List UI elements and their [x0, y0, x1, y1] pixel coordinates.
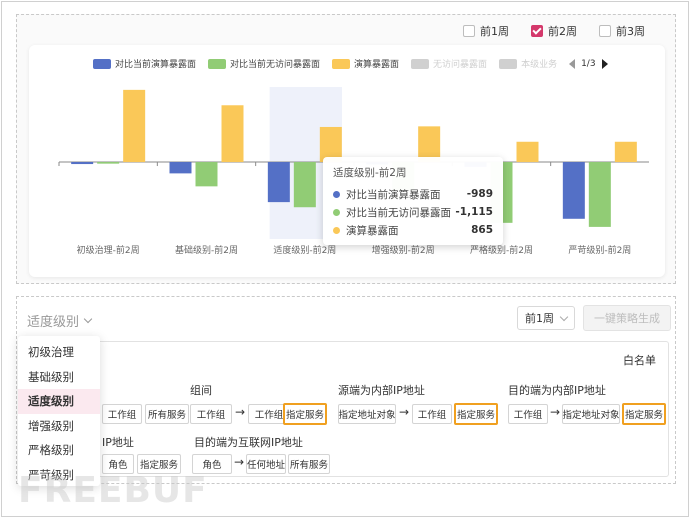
- chart-tooltip: 适度级别-前2周 对比当前演算暴露面 -989 对比当前无访问暴露面 -1,11…: [323, 157, 503, 245]
- arrow-right-icon: →: [235, 405, 246, 419]
- specified-service-chip: 指定服务: [622, 403, 666, 425]
- dropdown-item[interactable]: 基础级别: [18, 365, 100, 390]
- x-tick-label: 适度级别-前2周: [273, 244, 336, 256]
- chart-bar[interactable]: [97, 162, 120, 164]
- rule-title: 组间: [190, 384, 212, 397]
- dropdown-item-active[interactable]: 适度级别: [18, 389, 100, 414]
- arrow-right-icon: →: [234, 455, 245, 469]
- level-select[interactable]: 适度级别: [27, 311, 93, 330]
- tooltip-row: 演算暴露面 865: [333, 221, 493, 239]
- series-dot-icon: [333, 190, 340, 198]
- chart-bar[interactable]: [123, 89, 146, 163]
- chart-bar[interactable]: [293, 162, 316, 208]
- chart-panel: 前1周 前2周 前3周 对比当前演算暴露面 对比当前无访问暴露面 演算暴露面 无…: [16, 14, 676, 284]
- dropdown-item[interactable]: 初级治理: [18, 340, 100, 365]
- policy-panel: 适度级别 前1周 一键策略生成 白名单 工作组 所有服务 组间 工作组 → 工作…: [16, 296, 676, 484]
- workgroup-chip: 工作组: [412, 404, 452, 424]
- dropdown-item[interactable]: 严格级别: [18, 438, 100, 463]
- rule-title: 源端为内部IP地址: [338, 384, 425, 397]
- rule-title: 目的端为内部IP地址: [508, 384, 606, 397]
- watermark-logo: FREEBUF: [18, 470, 208, 511]
- week-select[interactable]: 前1周: [517, 306, 575, 330]
- level-dropdown: 初级治理 基础级别 适度级别 增强级别 严格级别 严苛级别: [18, 336, 100, 486]
- chart-bar[interactable]: [588, 162, 611, 227]
- week-toggles: 前1周 前2周 前3周: [463, 23, 645, 39]
- all-services-chip: 所有服务: [145, 404, 189, 424]
- chart-bar[interactable]: [221, 105, 244, 163]
- generate-policy-button[interactable]: 一键策略生成: [583, 305, 671, 331]
- workgroup-chip: 工作组: [102, 404, 142, 424]
- arrow-right-icon: →: [399, 405, 410, 419]
- level-select-value: 适度级别: [27, 315, 80, 330]
- series-dot-icon: [333, 208, 340, 216]
- whitelist-label: 白名单: [623, 354, 656, 367]
- dropdown-item[interactable]: 增强级别: [18, 414, 100, 439]
- tooltip-row: 对比当前无访问暴露面 -1,115: [333, 203, 493, 221]
- tooltip-title: 适度级别-前2周: [333, 167, 407, 179]
- chart-card: 对比当前演算暴露面 对比当前无访问暴露面 演算暴露面 无访问暴露面 本级业务 1…: [29, 45, 665, 277]
- tooltip-series-value: 865: [471, 224, 493, 236]
- tooltip-series-value: -989: [466, 188, 493, 200]
- week-toggle-label: 前1周: [480, 25, 509, 38]
- x-tick-label: 增强级别-前2周: [372, 244, 435, 256]
- week-toggle-label: 前2周: [548, 25, 577, 38]
- checkbox-checked-icon[interactable]: [531, 25, 543, 37]
- workgroup-chip: 工作组: [508, 404, 548, 424]
- rule-title: 目的端为互联网IP地址: [194, 436, 303, 449]
- arrow-right-icon: →: [550, 405, 561, 419]
- chart-bar[interactable]: [267, 162, 290, 203]
- tooltip-series-name: 对比当前无访问暴露面: [346, 206, 451, 219]
- x-tick-label: 基础级别-前2周: [175, 244, 238, 256]
- chevron-down-icon: [83, 314, 93, 324]
- week-select-value: 前1周: [525, 312, 554, 325]
- series-dot-icon: [333, 226, 340, 234]
- chart-bar[interactable]: [614, 141, 637, 163]
- checkbox-icon[interactable]: [463, 25, 475, 37]
- week-toggle-3[interactable]: 前3周: [599, 23, 645, 39]
- week-toggle-label: 前3周: [616, 25, 645, 38]
- workgroup-chip: 工作组: [190, 404, 232, 424]
- tooltip-series-value: -1,115: [455, 206, 493, 218]
- tooltip-row: 对比当前演算暴露面 -989: [333, 185, 493, 203]
- week-toggle-1[interactable]: 前1周: [463, 23, 509, 39]
- specified-addr-chip: 指定地址对象: [562, 404, 620, 424]
- x-tick-label: 严格级别-前2周: [470, 244, 533, 256]
- all-services-chip: 所有服务: [288, 454, 330, 474]
- x-tick-label: 初级治理-前2周: [77, 244, 140, 256]
- chart-bar[interactable]: [516, 141, 539, 163]
- chart-bar[interactable]: [71, 162, 94, 165]
- policy-rules-box: 白名单 工作组 所有服务 组间 工作组 → 工作组 指定服务 源端为内部IP地址…: [25, 341, 669, 477]
- checkbox-icon[interactable]: [599, 25, 611, 37]
- rule-title: IP地址: [102, 436, 134, 449]
- chart-bar[interactable]: [562, 162, 585, 219]
- week-toggle-2[interactable]: 前2周: [531, 23, 577, 39]
- tooltip-series-name: 对比当前演算暴露面: [346, 188, 441, 201]
- x-tick-label: 严苛级别-前2周: [568, 244, 631, 256]
- specified-addr-chip: 指定地址对象: [338, 404, 396, 424]
- specified-service-chip: 指定服务: [283, 403, 327, 425]
- specified-service-chip: 指定服务: [454, 403, 498, 425]
- chart-bar[interactable]: [169, 162, 192, 174]
- tooltip-series-name: 演算暴露面: [346, 224, 399, 237]
- chart-bar[interactable]: [195, 162, 218, 187]
- any-addr-chip: 任何地址: [246, 454, 286, 474]
- chevron-down-icon: [559, 312, 569, 321]
